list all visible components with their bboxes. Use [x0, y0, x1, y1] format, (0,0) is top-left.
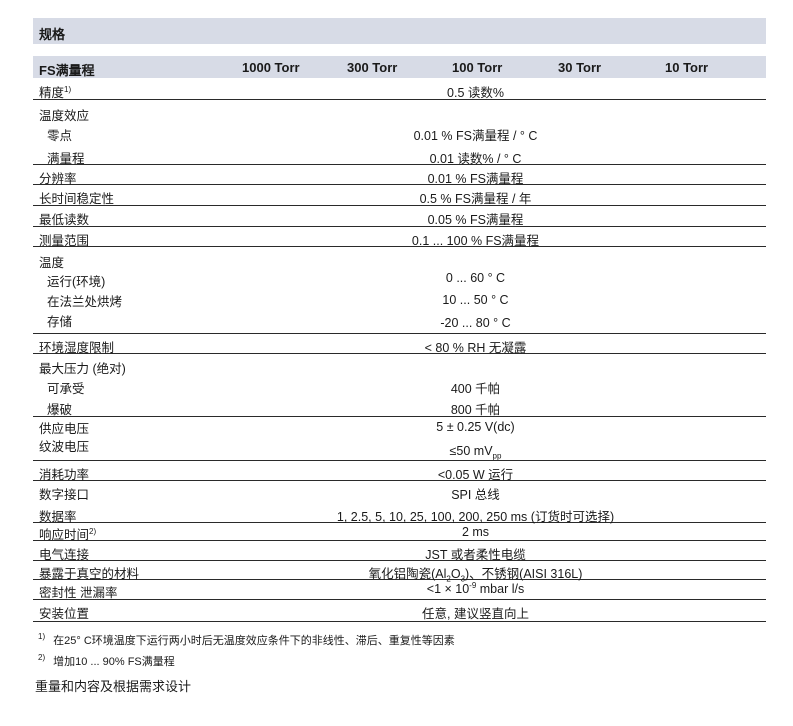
row-humidity: 环境湿度限制 < 80 % RH 无凝露	[33, 334, 766, 355]
ripple-value: ≤50 mVpp	[449, 444, 502, 461]
row-temperature: 温度 运行(环境) 0 ... 60 ° C 在法兰处烘烤 10 ... 50 …	[33, 247, 766, 334]
temp-bakeout-label: 在法兰处烘烤	[47, 295, 123, 309]
temp-storage-label: 存储	[47, 315, 73, 329]
temperature-label: 温度	[39, 256, 65, 270]
header-range-1000: 1000 Torr	[242, 60, 300, 75]
digital-value: SPI 总线	[451, 488, 500, 502]
stability-label: 长时间稳定性	[39, 192, 115, 206]
max-pressure-label: 最大压力 (绝对)	[39, 362, 126, 376]
digital-label: 数字接口	[39, 488, 90, 502]
min-reading-value: 0.05 % FS满量程	[427, 213, 524, 227]
row-digital-interface: 数字接口 SPI 总线 数据率 1, 2.5, 5, 10, 25, 100, …	[33, 481, 766, 524]
table-header: FS满量程 1000 Torr 300 Torr 100 Torr 30 Tor…	[33, 56, 766, 78]
row-max-pressure: 最大压力 (绝对) 可承受 400 千帕 爆破 800 千帕	[33, 354, 766, 417]
row-response-time: 响应时间2) 2 ms	[33, 523, 766, 542]
row-temperature-effect: 温度效应 零点 0.01 % FS满量程 / ° C 满量程 0.01 读数% …	[33, 100, 766, 166]
temp-bakeout-value: 10 ... 50 ° C	[442, 293, 509, 307]
header-range-300: 300 Torr	[347, 60, 398, 75]
temp-effect-zero-value: 0.01 % FS满量程 / ° C	[413, 129, 538, 143]
row-mounting: 安装位置 任意, 建议竖直向上	[33, 600, 766, 622]
proof-pressure-label: 可承受	[47, 382, 85, 396]
ripple-label: 纹波电压	[39, 440, 90, 454]
supply-label: 供应电压	[39, 422, 90, 436]
proof-pressure-value: 400 千帕	[450, 382, 501, 396]
row-wetted-materials: 暴露于真空的材料 氧化铝陶瓷(Al2O3)、不锈钢(AISI 316L)	[33, 561, 766, 583]
temp-storage-value: -20 ... 80 ° C	[440, 316, 511, 330]
min-reading-label: 最低读数	[39, 213, 90, 227]
row-power: 消耗功率 <0.05 W 运行	[33, 461, 766, 482]
burst-pressure-value: 800 千帕	[450, 403, 501, 417]
leak-label: 密封性 泄漏率	[39, 586, 118, 600]
temp-effect-label: 温度效应	[39, 109, 90, 123]
row-electrical: 电气连接 JST 或者柔性电缆	[33, 541, 766, 562]
header-range-30: 30 Torr	[558, 60, 602, 75]
design-note: 重量和内容及根据需求设计	[35, 679, 192, 694]
header-range-10: 10 Torr	[665, 60, 709, 75]
temp-operating-label: 运行(环境)	[47, 275, 106, 289]
accuracy-value: 0.5 读数%	[447, 86, 504, 100]
supply-value: 5 ± 0.25 V(dc)	[436, 420, 515, 434]
section-title: 规格	[39, 27, 66, 42]
stability-value: 0.5 % FS满量程 / 年	[419, 192, 532, 206]
row-resolution: 分辨率 0.01 % FS满量程	[33, 165, 766, 186]
header-range-100: 100 Torr	[452, 60, 503, 75]
temp-effect-zero-label: 零点	[47, 129, 73, 143]
temp-operating-value: 0 ... 60 ° C	[445, 271, 506, 285]
row-accuracy: 精度1) 0.5 读数%	[33, 78, 766, 100]
row-min-reading: 最低读数 0.05 % FS满量程	[33, 206, 766, 227]
section-title-band: 规格	[33, 18, 766, 44]
footnote-2: 2) 增加10 ... 90% FS满量程	[38, 653, 175, 668]
row-leak-rate: 密封性 泄漏率 <1 × 10-9 mbar l/s	[33, 580, 766, 600]
header-label: FS满量程	[39, 63, 95, 78]
response-value: 2 ms	[461, 525, 490, 539]
mounting-value: 任意, 建议竖直向上	[422, 607, 529, 621]
row-supply-voltage: 供应电压 5 ± 0.25 V(dc) 纹波电压 ≤50 mVpp	[33, 417, 766, 461]
accuracy-label: 精度1)	[39, 84, 72, 100]
row-measurement-range: 测量范围 0.1 ... 100 % FS满量程	[33, 227, 766, 248]
row-stability: 长时间稳定性 0.5 % FS满量程 / 年	[33, 185, 766, 206]
mounting-label: 安装位置	[39, 607, 90, 621]
footnote-1: 1) 在25° C环境温度下运行两小时后无温度效应条件下的非线性、滞后、重复性等因…	[38, 632, 455, 647]
leak-value: <1 × 10-9 mbar l/s	[426, 580, 525, 596]
burst-pressure-label: 爆破	[47, 403, 73, 417]
